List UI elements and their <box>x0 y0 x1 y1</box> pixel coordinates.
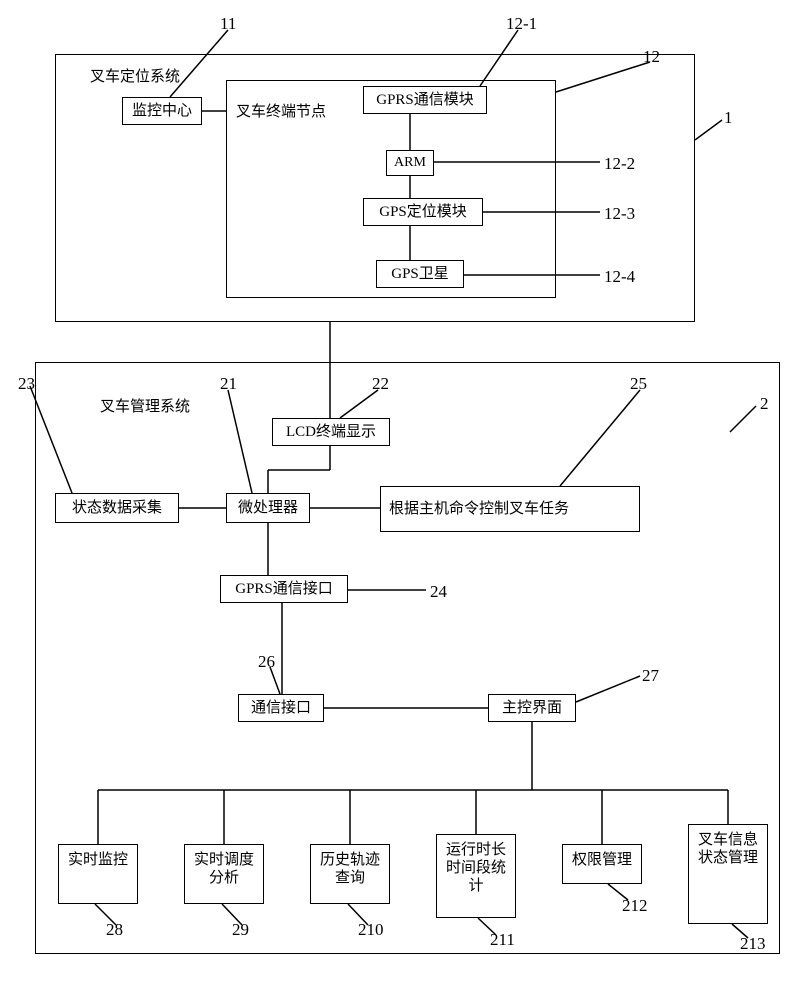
label-11: 11 <box>220 14 236 34</box>
box-realtime-monitor: 实时监控 <box>58 844 138 904</box>
label-22: 22 <box>372 374 389 394</box>
label-23: 23 <box>18 374 35 394</box>
box-forklift-info-mgmt: 叉车信息状态管理 <box>688 824 768 924</box>
label-211: 211 <box>490 930 515 950</box>
label-12-4: 12-4 <box>604 267 635 287</box>
label-25: 25 <box>630 374 647 394</box>
box-lcd-display: LCD终端显示 <box>272 418 390 446</box>
label-212: 212 <box>622 896 648 916</box>
box-gps-module: GPS定位模块 <box>363 198 483 226</box>
label-26: 26 <box>258 652 275 672</box>
label-12-2: 12-2 <box>604 154 635 174</box>
box-history-track: 历史轨迹查询 <box>310 844 390 904</box>
box-main-ui: 主控界面 <box>488 694 576 722</box>
label-12-1: 12-1 <box>506 14 537 34</box>
box-microprocessor: 微处理器 <box>226 493 310 523</box>
label-12: 12 <box>643 47 660 67</box>
box-comm-interface: 通信接口 <box>238 694 324 722</box>
label-210: 210 <box>358 920 384 940</box>
label-1: 1 <box>724 108 733 128</box>
box-permission-mgmt: 权限管理 <box>562 844 642 884</box>
label-terminal-node: 叉车终端节点 <box>236 100 326 121</box>
box-gps-satellite: GPS卫星 <box>376 260 464 288</box>
label-24: 24 <box>430 582 447 602</box>
box-task-control: 根据主机命令控制叉车任务 <box>380 486 640 532</box>
label-21: 21 <box>220 374 237 394</box>
label-29: 29 <box>232 920 249 940</box>
label-top-system-title: 叉车定位系统 <box>90 65 180 86</box>
label-12-3: 12-3 <box>604 204 635 224</box>
label-28: 28 <box>106 920 123 940</box>
box-realtime-schedule: 实时调度分析 <box>184 844 264 904</box>
label-27: 27 <box>642 666 659 686</box>
box-status-collect: 状态数据采集 <box>55 493 179 523</box>
diagram-canvas: 叉车定位系统 监控中心 叉车终端节点 GPRS通信模块 ARM GPS定位模块 … <box>0 0 812 1000</box>
box-gprs-module: GPRS通信模块 <box>363 86 487 114</box>
label-213: 213 <box>740 934 766 954</box>
box-arm: ARM <box>386 150 434 176</box>
frame-bottom-system <box>35 362 780 954</box>
box-runtime-stats: 运行时长时间段统计 <box>436 834 516 918</box>
box-gprs-interface: GPRS通信接口 <box>220 575 348 603</box>
label-bottom-system-title: 叉车管理系统 <box>100 395 190 416</box>
box-monitor-center: 监控中心 <box>122 97 202 125</box>
label-2: 2 <box>760 394 769 414</box>
